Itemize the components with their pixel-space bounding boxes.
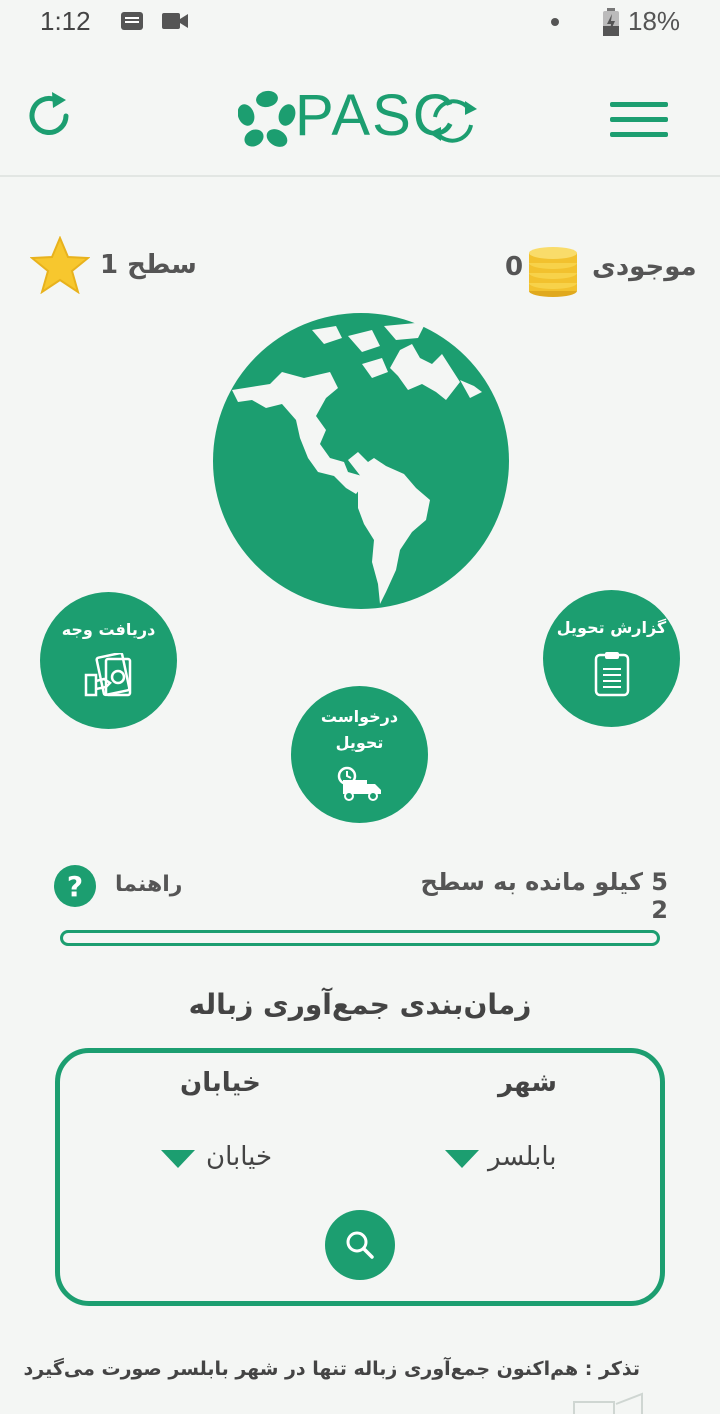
chevron-down-icon [161, 1150, 195, 1168]
withdraw-button[interactable]: دریافت وجه [40, 592, 177, 729]
city-select-value: بابلسر [488, 1142, 557, 1172]
balance-value: 0 [505, 252, 524, 282]
delivery-report-button[interactable]: گزارش تحویل [543, 590, 680, 727]
video-camera-icon [162, 13, 188, 29]
street-select[interactable]: خیابان [158, 1140, 288, 1180]
help-icon[interactable]: ? [54, 865, 96, 907]
battery-icon [603, 8, 619, 36]
street-header: خیابان [180, 1068, 261, 1098]
status-time: 1:12 [40, 6, 91, 36]
help-label[interactable]: راهنما [115, 872, 182, 897]
withdraw-label: دریافت وجه [61, 619, 156, 639]
status-dot [551, 18, 559, 26]
schedule-title: زمان‌بندی جمع‌آوری زباله [188, 988, 532, 1021]
delivery-truck-icon [337, 766, 381, 801]
delivery-request-label-line1: درخواست [320, 706, 399, 726]
clipboard-icon [594, 651, 629, 696]
battery-percentage: 18% [628, 6, 681, 36]
search-button[interactable] [325, 1210, 395, 1280]
cash-icon [84, 652, 131, 696]
delivery-request-button[interactable]: درخواست تحویل [291, 686, 428, 823]
refresh-icon[interactable] [26, 90, 74, 142]
city-header: شهر [498, 1068, 557, 1098]
status-bar: 1:12 18% [0, 0, 720, 48]
coins-icon [529, 247, 577, 297]
notice-text: تذکر : هم‌اکنون جمع‌آوری زباله تنها در ش… [23, 1358, 640, 1380]
pasco-logo-mark [238, 90, 296, 147]
level-progress-bar [60, 930, 660, 946]
level-label: سطح 1 [100, 250, 197, 280]
recycle-o-icon [429, 99, 477, 143]
city-select[interactable]: بابلسر [440, 1140, 570, 1180]
street-select-value: خیابان [206, 1142, 273, 1172]
notification-icon [121, 12, 143, 30]
level-progress-text: 5 کیلو مانده به سطح 2 [420, 868, 668, 924]
delivery-request-label-line2: تحویل [335, 732, 384, 752]
bottom-decoration [573, 1392, 643, 1414]
search-icon [346, 1231, 374, 1259]
delivery-report-label: گزارش تحویل [556, 617, 667, 637]
star-icon [30, 236, 90, 294]
chevron-down-icon [445, 1150, 479, 1168]
globe-icon [213, 313, 509, 609]
hamburger-menu-icon[interactable] [610, 102, 668, 138]
balance-label: موجودی [592, 252, 697, 282]
